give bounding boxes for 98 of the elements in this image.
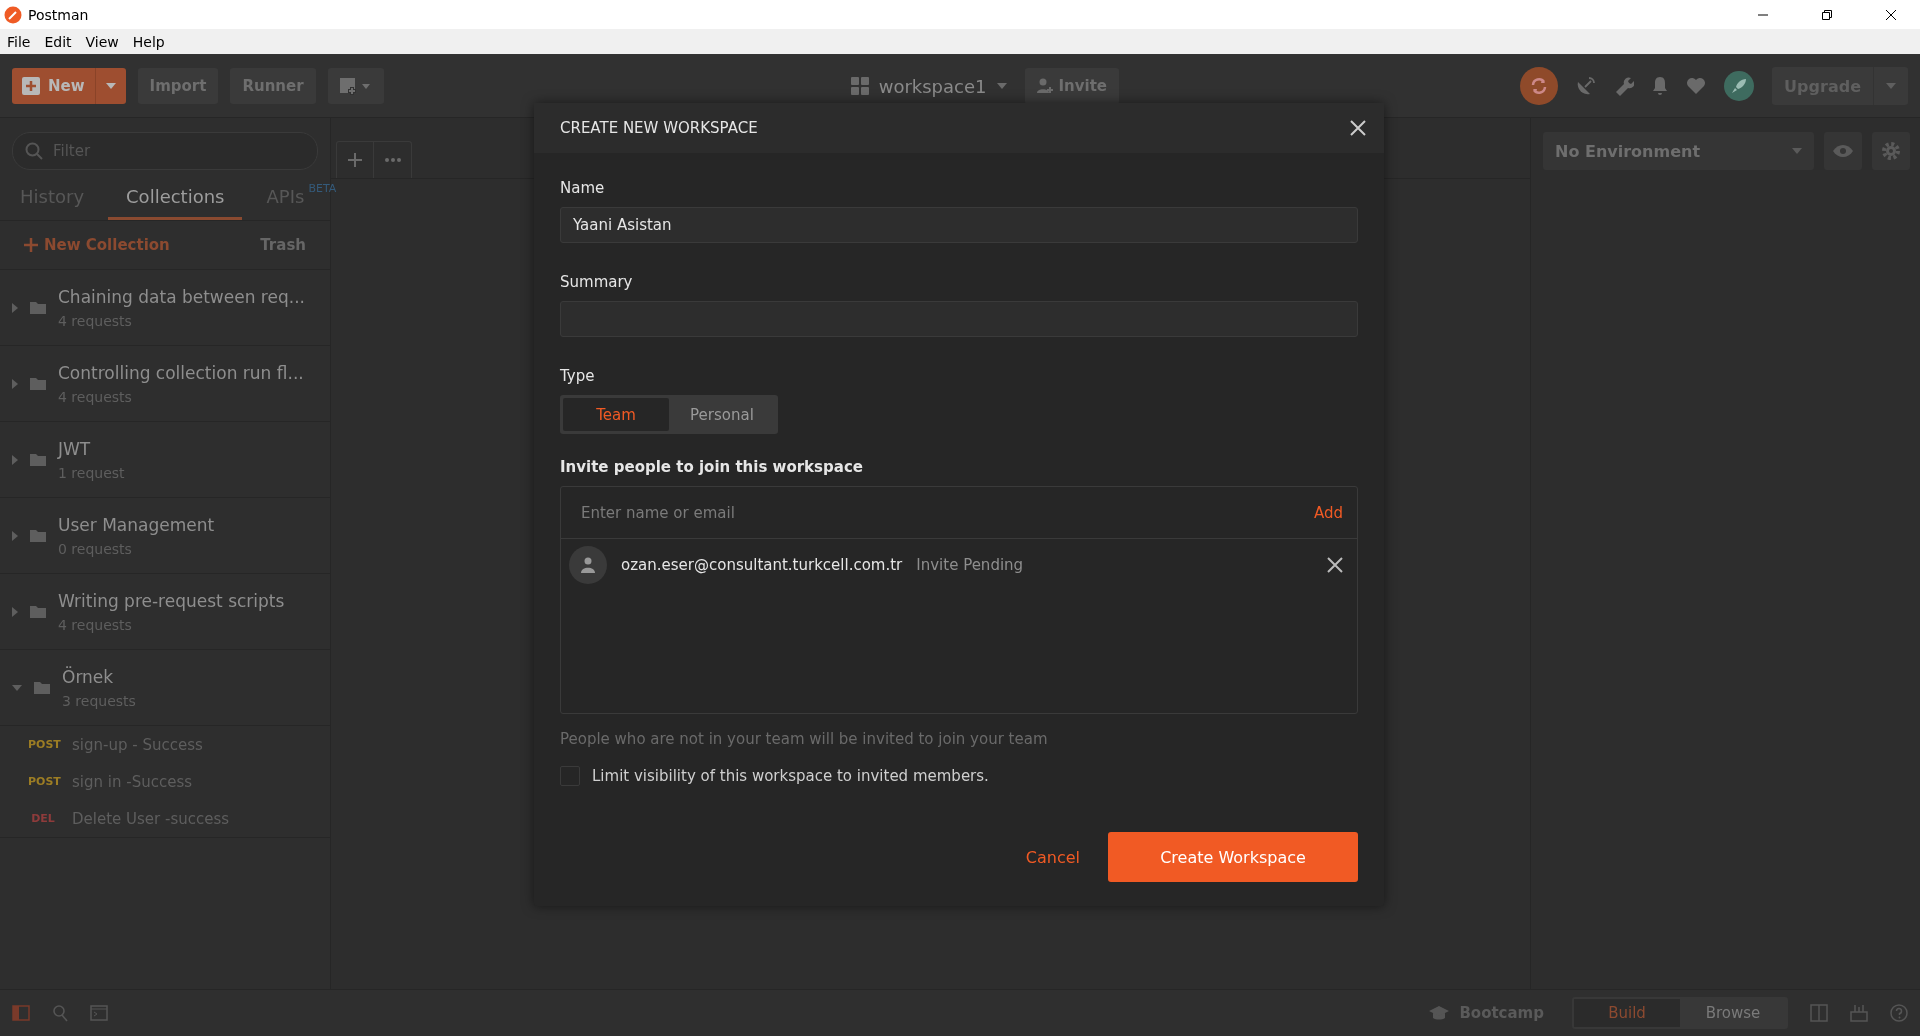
invite-field[interactable]: Enter name or email — [579, 502, 1314, 523]
caret-down-icon — [105, 83, 116, 89]
type-option[interactable]: Team — [563, 398, 669, 431]
notifications-button[interactable] — [1652, 76, 1669, 96]
gear-icon — [1881, 141, 1902, 161]
add-button[interactable]: Add — [1313, 503, 1343, 522]
cookies-button[interactable] — [1850, 1004, 1868, 1022]
add-user-icon — [1036, 78, 1053, 94]
new-collection-button[interactable]: New Collection — [24, 236, 170, 254]
invite-label: Invite people to join this workspace — [560, 458, 864, 476]
settings-button[interactable] — [1872, 132, 1910, 170]
tray-icon — [1850, 1004, 1868, 1022]
workspace-switcher[interactable]: workspace1 — [844, 74, 1013, 98]
caret-right-icon — [12, 378, 18, 389]
caret-down-icon — [12, 684, 22, 691]
type-label: Type — [560, 367, 596, 385]
window-title: Postman — [28, 6, 90, 23]
collection-name: User Management — [58, 514, 215, 535]
caret-right-icon — [12, 302, 18, 313]
type-option[interactable]: Personal — [669, 398, 775, 431]
method-tag: DEL — [28, 812, 58, 825]
dialog-title: CREATE NEW WORKSPACE — [560, 119, 758, 137]
name-label: Name — [560, 179, 606, 197]
wrench-icon — [1614, 76, 1635, 96]
sidebar-toggle-button[interactable] — [12, 1005, 30, 1021]
caret-right-icon — [12, 530, 18, 541]
close-icon — [1327, 557, 1343, 573]
split-view-icon — [1810, 1004, 1828, 1022]
environment-preview-button[interactable] — [1824, 132, 1863, 170]
new-label: New — [48, 77, 85, 95]
help-icon — [1890, 1004, 1908, 1022]
close-icon — [1350, 120, 1366, 136]
collection-name: JWT — [58, 438, 92, 459]
caret-down-icon — [996, 83, 1007, 89]
collection-name: Writing pre-request scripts — [58, 590, 285, 611]
folder-icon — [30, 301, 46, 314]
invite-note: People who are not in your team will be invited to join your team — [560, 730, 1049, 748]
grid-icon — [850, 77, 869, 95]
trash-button[interactable]: Trash — [260, 236, 306, 254]
find-button[interactable] — [52, 1004, 68, 1022]
folder-icon — [30, 605, 46, 618]
help-button[interactable] — [1890, 1004, 1908, 1022]
cancel-button[interactable]: Cancel — [1025, 847, 1080, 867]
collection-name: Örnek — [62, 666, 115, 687]
eye-icon — [1833, 145, 1854, 157]
collection-name: Controlling collection run fl... — [58, 362, 304, 383]
folder-icon — [30, 453, 46, 466]
plus-icon — [348, 153, 362, 167]
plus-icon — [24, 238, 38, 252]
menu-item[interactable]: Edit — [37, 33, 79, 50]
add-window-icon — [339, 77, 372, 95]
summary-label: Summary — [560, 273, 634, 291]
sidebar-icon — [12, 1005, 30, 1021]
caret-right-icon — [12, 606, 18, 617]
postman-logo-icon — [4, 5, 22, 24]
caret-right-icon — [12, 454, 18, 465]
remove-button[interactable] — [1327, 557, 1343, 573]
menu-item[interactable]: File — [0, 33, 38, 50]
more-icon — [384, 158, 401, 162]
folder-icon — [34, 681, 50, 694]
new-window-button[interactable] — [327, 68, 384, 104]
new-button[interactable]: New — [12, 68, 126, 104]
close-icon — [1885, 8, 1897, 21]
environment-dropdown[interactable]: No Environment — [1543, 132, 1815, 170]
invite-status: Invite Pending — [916, 556, 1025, 574]
satellite-icon — [1576, 76, 1597, 96]
bell-icon — [1652, 76, 1669, 96]
collection-name: Chaining data between req... — [58, 286, 305, 307]
person-icon — [581, 557, 595, 573]
search-icon — [25, 142, 43, 160]
console-button[interactable] — [90, 1005, 108, 1021]
graduation-cap-icon — [1429, 1006, 1450, 1020]
menu-item[interactable]: Help — [125, 33, 172, 50]
limit-visibility-label: Limit visibility of this workspace to invited members. — [592, 767, 989, 785]
sync-button[interactable] — [1520, 67, 1559, 105]
close-button[interactable] — [1350, 120, 1366, 136]
sidebar-tab[interactable]: Collections — [108, 182, 243, 220]
folder-icon — [30, 529, 46, 542]
heart-button[interactable] — [1686, 77, 1707, 95]
folder-icon — [30, 377, 46, 390]
avatar[interactable] — [1724, 71, 1755, 101]
console-icon — [90, 1005, 108, 1021]
caret-down-icon — [1886, 83, 1896, 89]
create-workspace-button[interactable]: Create Workspace — [1108, 832, 1358, 882]
settings-button[interactable] — [1614, 76, 1635, 96]
plus-square-icon — [22, 77, 40, 95]
menu-item[interactable]: View — [78, 33, 126, 50]
beta-tag: BETA — [308, 182, 337, 195]
search-icon — [52, 1004, 68, 1022]
restore-icon — [1821, 8, 1833, 21]
heart-icon — [1686, 77, 1707, 95]
mode-tab[interactable]: Browse — [1680, 999, 1786, 1027]
name-field[interactable]: Yaani Asistan — [560, 207, 1358, 243]
mode-tab[interactable]: Build — [1574, 999, 1680, 1027]
caret-down-icon — [1792, 148, 1803, 154]
two-pane-button[interactable] — [1810, 1004, 1828, 1022]
satellite-button[interactable] — [1576, 76, 1597, 96]
invitee-email: ozan.eser@consultant.turkcell.com.tr — [621, 556, 903, 574]
